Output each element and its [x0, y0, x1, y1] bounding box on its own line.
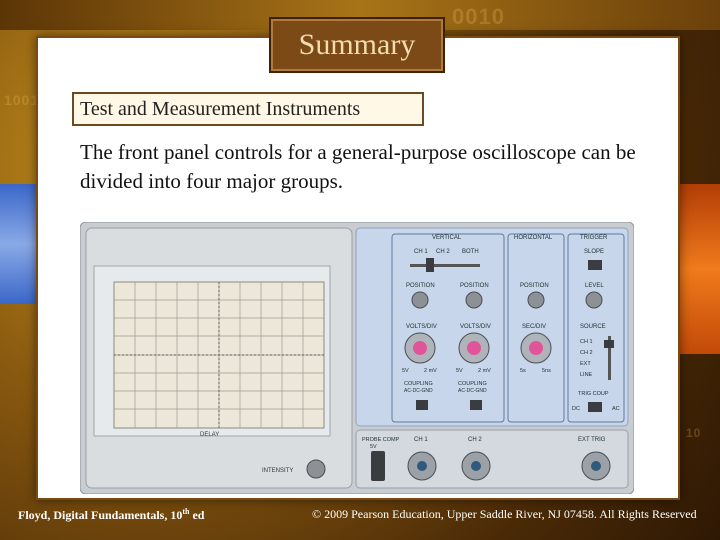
- ext-trig-input-label: EXT TRIG: [578, 437, 606, 443]
- ch1-input-label: CH 1: [414, 437, 428, 443]
- horizontal-position-label: POSITION: [520, 283, 549, 289]
- slide-body-text: The front panel controls for a general-p…: [80, 140, 636, 193]
- ch2-position-label: POSITION: [460, 283, 489, 289]
- ch1-volts-div-knob-center: [413, 341, 427, 355]
- ch1-select-label: CH 1: [414, 249, 428, 255]
- ch2-volts-div-knob-center: [467, 341, 481, 355]
- ch2-position-knob: [465, 291, 483, 309]
- trig-coupling-ac: AC: [612, 406, 620, 412]
- ch2-volts-div-label: VOLTS/DIV: [460, 324, 491, 330]
- ch1-range-min: 5V: [402, 368, 409, 374]
- ch2-coupling-switch: [470, 400, 482, 410]
- footer-copyright: © 2009 Pearson Education, Upper Saddle R…: [312, 507, 697, 521]
- background-orange-strip: [680, 184, 720, 354]
- ch2-coupling-label: COUPLING: [458, 381, 487, 387]
- source-switch: [604, 340, 614, 348]
- intensity-knob: [306, 459, 326, 479]
- source-option: CH 1: [580, 339, 593, 345]
- slide-title: Summary: [298, 28, 416, 61]
- sec-range-max: 5ns: [542, 368, 551, 374]
- ext-trig-bnc-center: [591, 461, 601, 471]
- trig-coupling-label: TRIG COUP: [578, 391, 609, 397]
- slide-subtitle: Test and Measurement Instruments: [80, 97, 361, 120]
- intensity-label: INTENSITY: [262, 468, 293, 474]
- ch1-coupling-label: COUPLING: [404, 381, 433, 387]
- level-knob: [585, 291, 603, 309]
- ch1-coupling-switch: [416, 400, 428, 410]
- vertical-group-label: VERTICAL: [432, 235, 462, 241]
- probe-comp-terminal: [371, 451, 385, 481]
- source-option: EXT: [580, 361, 591, 367]
- background-digits: 0010: [452, 4, 505, 29]
- background-digits: 1001: [4, 92, 40, 108]
- sec-div-label: SEC/DIV: [522, 324, 546, 330]
- horizontal-group-label: HORIZONTAL: [514, 235, 553, 241]
- slide-title-box: Summary: [269, 17, 445, 73]
- source-option: CH 2: [580, 350, 593, 356]
- footer-citation-text: Floyd, Digital Fundamentals, 10: [18, 508, 183, 522]
- ch1-range-max: 2 mV: [424, 368, 437, 374]
- footer-citation-suffix: ed: [189, 508, 205, 522]
- channel-select-track: [410, 264, 480, 267]
- source-option: LINE: [580, 372, 593, 378]
- level-label: LEVEL: [585, 283, 604, 289]
- ch1-bnc-center: [417, 461, 427, 471]
- trig-coupling-switch: [588, 402, 602, 412]
- ch2-coupling-modes: AC-DC-GND: [458, 388, 487, 394]
- sec-range-min: 5s: [520, 368, 526, 374]
- ch2-range-max: 2 mV: [478, 368, 491, 374]
- slope-label: SLOPE: [584, 249, 604, 255]
- ch2-bnc-center: [471, 461, 481, 471]
- background-digits: 10: [686, 426, 702, 440]
- slide-subtitle-box: Test and Measurement Instruments: [72, 92, 424, 126]
- probe-comp-label: PROBE COMP: [362, 437, 400, 443]
- trig-coupling-dc: DC: [572, 406, 580, 412]
- channel-select-switch: [426, 258, 434, 272]
- delay-label: DELAY: [200, 432, 219, 438]
- ch1-position-knob: [411, 291, 429, 309]
- ch2-select-label: CH 2: [436, 249, 450, 255]
- footer-citation: Floyd, Digital Fundamentals, 10th ed: [18, 507, 204, 523]
- ch2-input-label: CH 2: [468, 437, 482, 443]
- ch1-coupling-modes: AC-DC-GND: [404, 388, 433, 394]
- horizontal-position-knob: [527, 291, 545, 309]
- oscilloscope-front-panel: DELAY INTENSITY VERTICAL HORIZONTAL TRIG…: [80, 222, 634, 494]
- sec-div-knob-center: [529, 341, 543, 355]
- probe-comp-value: 5V: [370, 444, 377, 450]
- trigger-group-label: TRIGGER: [580, 235, 608, 241]
- slope-switch: [588, 260, 602, 270]
- background-blue-strip: [0, 184, 36, 304]
- both-select-label: BOTH: [462, 249, 479, 255]
- ch2-range-min: 5V: [456, 368, 463, 374]
- ch1-volts-div-label: VOLTS/DIV: [406, 324, 437, 330]
- ch1-position-label: POSITION: [406, 283, 435, 289]
- source-label: SOURCE: [580, 324, 606, 330]
